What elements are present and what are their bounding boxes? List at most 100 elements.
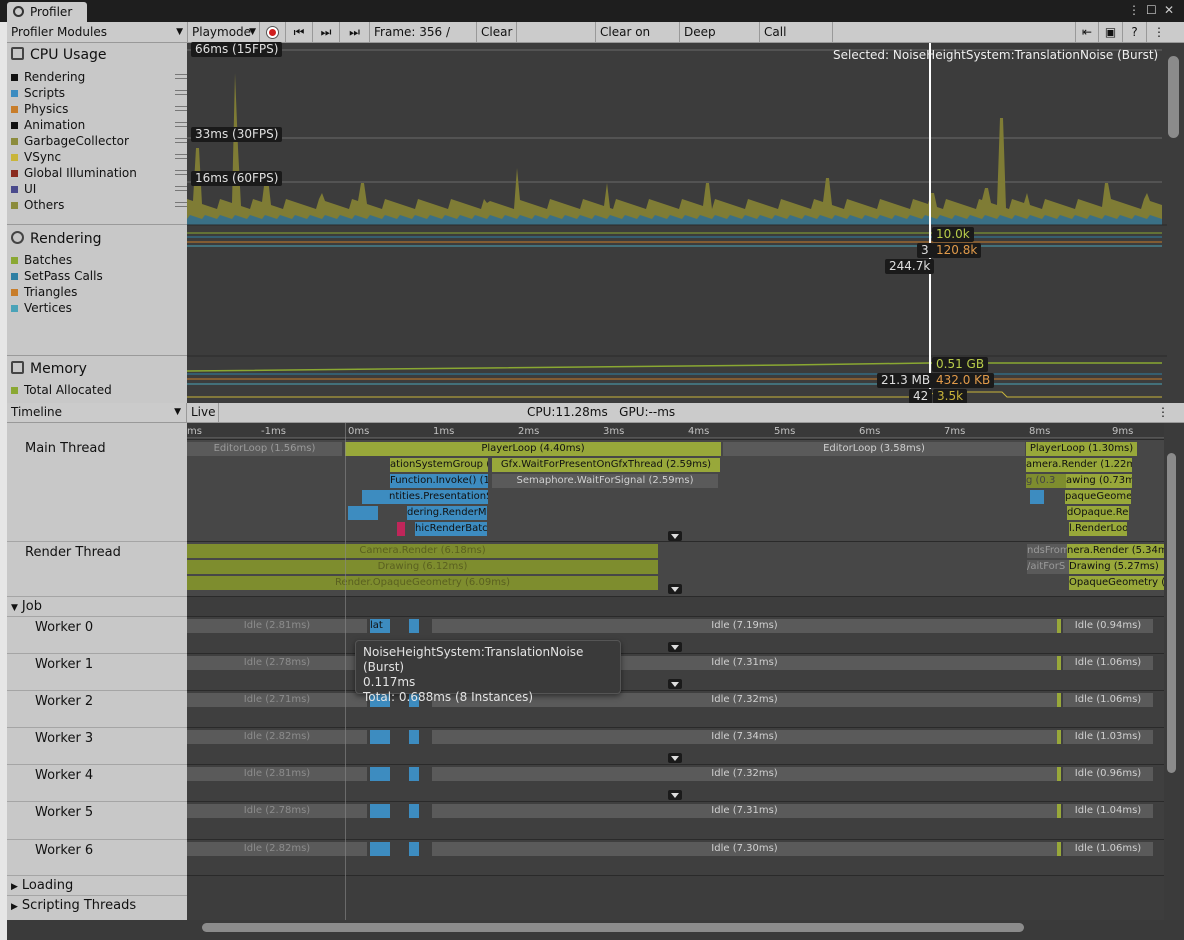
idle-bar-post[interactable]: Idle (1.03ms) (1063, 730, 1153, 744)
group-loading[interactable]: ▶ Loading (7, 875, 187, 895)
semaphore-wait-bar[interactable]: Semaphore.WaitForSignal (2.59ms) (492, 474, 718, 488)
load-button[interactable]: ⇤ (1075, 22, 1099, 43)
job-sample[interactable] (1057, 693, 1061, 707)
drag-handle-icon[interactable] (175, 186, 187, 191)
playmode-dropdown[interactable]: Playmode ▼ (188, 22, 260, 43)
expand-render-thread-icon[interactable] (668, 584, 682, 594)
worker-lane-1[interactable]: Idle (2.78ms) Idle (7.31ms) Idle (1.06ms) (187, 653, 1164, 690)
editor-loop-bar[interactable]: EditorLoop (3.58ms) (723, 442, 1025, 456)
worker-lane-0[interactable]: Idle (2.81ms) Idle (7.19ms) Idle (0.94ms) l… (187, 616, 1164, 653)
idle-bar-pre[interactable]: Idle (2.82ms) (187, 842, 367, 856)
legend-cpu-4[interactable]: GarbageCollector (11, 133, 187, 149)
expand-main-thread-icon[interactable] (668, 531, 682, 541)
thread-render[interactable]: Render Thread (7, 541, 187, 596)
legend-cpu-5[interactable]: VSync (11, 149, 187, 165)
player-loop-bar[interactable]: PlayerLoop (4.40ms) (345, 442, 721, 456)
opaque-next-bar[interactable]: OpaqueGeometry (5 (1069, 576, 1164, 590)
idle-bar-pre[interactable]: Idle (2.78ms) (187, 804, 367, 818)
module-rendering[interactable]: Rendering Batches SetPass Calls Triangles V… (7, 225, 187, 356)
idle-bar-mid[interactable]: Idle (7.32ms) (432, 767, 1057, 781)
idle-bar-pre[interactable]: Idle (2.81ms) (187, 619, 367, 633)
close-icon[interactable]: ✕ (1164, 3, 1174, 17)
job-sample[interactable] (1057, 656, 1061, 670)
camera-render-next-bar[interactable]: amera.Render (1.22m (1026, 458, 1132, 472)
idle-bar-pre[interactable]: Idle (2.78ms) (187, 656, 367, 670)
player-loop-next-bar[interactable]: PlayerLoop (1.30ms) (1026, 442, 1137, 456)
idle-bar-post[interactable]: Idle (1.04ms) (1063, 804, 1153, 818)
tab-profiler[interactable]: Profiler (7, 2, 87, 22)
record-button[interactable] (260, 22, 286, 43)
current-frame-button[interactable]: ⏭ (340, 22, 370, 43)
module-charts[interactable]: 66ms (15FPS) 33ms (30FPS) 16ms (60FPS) S… (187, 42, 1167, 404)
timeline-view[interactable]: ms -1ms 0ms 1ms 2ms 3ms 4ms 5ms 6ms 7ms … (187, 423, 1164, 920)
scrollbar-thumb[interactable] (202, 923, 1024, 932)
save-button[interactable]: ▣ (1099, 22, 1123, 43)
main-thread-lane[interactable]: EditorLoop (1.56ms) PlayerLoop (4.40ms) … (187, 439, 1164, 541)
entities-presentation-bar[interactable]: ntities.PresentationS (362, 490, 488, 504)
drawing-next-bar[interactable]: awing (0.73m (1066, 474, 1132, 488)
legend-cpu-6[interactable]: Global Illumination (11, 165, 187, 181)
timeline-horizontal-scrollbar[interactable] (187, 920, 1184, 940)
thread-worker-6[interactable]: Worker 6 (7, 839, 187, 877)
job-sample[interactable] (1057, 804, 1061, 818)
clear-button[interactable]: Clear (477, 22, 517, 43)
render-opaque-bar[interactable]: Render.OpaqueGeometry (6.09ms) (187, 576, 658, 590)
drag-handle-icon[interactable] (175, 90, 187, 95)
charts-scrollbar[interactable] (1167, 43, 1184, 403)
view-mode-dropdown[interactable]: Timeline ▼ (7, 403, 187, 423)
worker0-lat-bar[interactable]: lat (370, 619, 384, 633)
worker-lane-4[interactable]: Idle (2.81ms) Idle (7.32ms) Idle (0.96ms) (187, 764, 1164, 801)
job-bar[interactable] (348, 506, 378, 520)
expand-worker-icon[interactable] (668, 790, 682, 800)
first-frame-button[interactable]: ⏮ (286, 22, 313, 43)
worker-lane-2[interactable]: Idle (2.71ms) Idle (7.32ms) Idle (1.06ms) (187, 690, 1164, 727)
module-memory[interactable]: Memory Total Allocated (7, 356, 187, 403)
settings-menu-button[interactable]: ⋮ (1147, 22, 1171, 43)
drag-handle-icon[interactable] (175, 202, 187, 207)
thread-worker-5[interactable]: Worker 5 (7, 801, 187, 839)
thread-worker-0[interactable]: Worker 0 (7, 616, 187, 653)
sends-from-bar[interactable]: ndsFrom (1027, 544, 1067, 558)
group-scripting-threads[interactable]: ▶ Scripting Threads (7, 895, 187, 920)
legend-cpu-8[interactable]: Others (11, 197, 187, 213)
function-invoke-bar[interactable]: Function.Invoke() (1 (390, 474, 488, 488)
idle-bar-mid[interactable]: Idle (7.30ms) (432, 842, 1057, 856)
legend-rendering-2[interactable]: Triangles (11, 284, 77, 300)
timeline-scrollbar[interactable] (1164, 423, 1184, 920)
idle-bar-pre[interactable]: Idle (2.71ms) (187, 693, 367, 707)
job-sample[interactable] (370, 730, 390, 744)
job-sample[interactable] (370, 767, 390, 781)
legend-cpu-3[interactable]: Animation (11, 117, 187, 133)
legend-cpu-0[interactable]: Rendering (11, 69, 187, 85)
drawing-bar[interactable]: Drawing (6.12ms) (187, 560, 658, 574)
opaque-geometry-next-bar[interactable]: paqueGeomet (1065, 490, 1131, 504)
gfx-wait-bar[interactable]: Gfx.WaitForPresentOnGfxThread (2.59ms) (492, 458, 720, 472)
group-job[interactable]: ▼ Job (7, 596, 187, 616)
opaque-render-next-bar[interactable]: dOpaque.Re (1067, 506, 1129, 520)
legend-cpu-2[interactable]: Physics (11, 101, 187, 117)
render-loop-next-bar[interactable]: l.RenderLoo (1069, 522, 1127, 536)
job-sample[interactable] (409, 767, 419, 781)
wait-for-bar[interactable]: /aitForS (1027, 560, 1069, 574)
job-sample[interactable] (1057, 619, 1061, 633)
job-bar-next[interactable] (1030, 490, 1044, 504)
idle-bar-post[interactable]: Idle (1.06ms) (1063, 842, 1153, 856)
job-sample[interactable] (1057, 842, 1061, 856)
idle-bar-mid[interactable]: Idle (7.34ms) (432, 730, 1057, 744)
drag-handle-icon[interactable] (175, 106, 187, 111)
idle-bar-post[interactable]: Idle (0.96ms) (1063, 767, 1153, 781)
maximize-icon[interactable]: ☐ (1146, 3, 1157, 17)
job-sample[interactable] (1057, 730, 1061, 744)
job-sample[interactable] (409, 619, 419, 633)
idle-bar-post[interactable]: Idle (1.06ms) (1063, 656, 1153, 670)
scrollbar-thumb[interactable] (1168, 56, 1179, 138)
legend-cpu-1[interactable]: Scripts (11, 85, 187, 101)
legend-rendering-0[interactable]: Batches (11, 252, 72, 268)
drag-handle-icon[interactable] (175, 154, 187, 159)
worker-lane-5[interactable]: Idle (2.78ms) Idle (7.31ms) Idle (1.04ms) (187, 801, 1164, 839)
help-button[interactable]: ? (1123, 22, 1147, 43)
job-sample[interactable] (370, 842, 390, 856)
deep-profile-toggle[interactable]: Deep Profile (680, 22, 760, 60)
drag-handle-icon[interactable] (175, 170, 187, 175)
call-stacks-toggle[interactable]: Call Stacks (760, 22, 833, 60)
